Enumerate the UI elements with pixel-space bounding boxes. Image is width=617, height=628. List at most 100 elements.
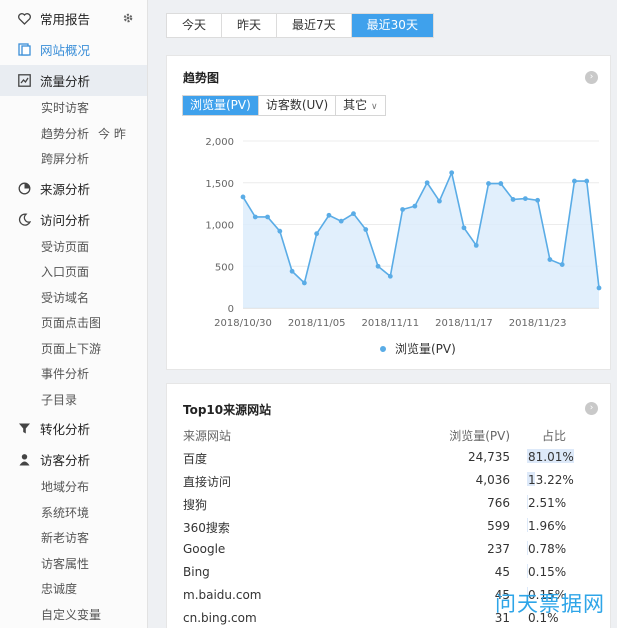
sidebar-item-trend[interactable]: 趋势分析今 昨 [0, 122, 147, 148]
sidebar-item-new-returning[interactable]: 新老访客 [0, 526, 147, 552]
pv-value: 599 [487, 519, 510, 533]
data-point[interactable] [473, 242, 479, 248]
source-name[interactable]: 搜狗 [183, 496, 207, 513]
data-point[interactable] [437, 198, 442, 204]
data-point[interactable] [351, 211, 356, 217]
data-point[interactable] [252, 214, 258, 220]
data-point[interactable] [277, 228, 283, 234]
trend-shortcut-links[interactable]: 今 昨 [98, 127, 126, 141]
legend-label[interactable]: 浏览量(PV) [395, 341, 456, 356]
sidebar-item-conversion[interactable]: 转化分析 [0, 413, 147, 444]
data-point[interactable] [265, 214, 270, 220]
source-name[interactable]: 百度 [183, 450, 207, 467]
data-point[interactable] [449, 170, 455, 176]
tab-last-7-days[interactable]: 最近7天 [277, 14, 352, 37]
source-name[interactable]: Bing [183, 565, 210, 579]
y-tick-label: 1,500 [205, 179, 234, 190]
data-point[interactable] [510, 197, 516, 202]
sidebar-item-loyalty[interactable]: 忠诚度 [0, 577, 147, 603]
sidebar-item-region[interactable]: 地域分布 [0, 475, 147, 501]
watermark: 问天票据网 [495, 592, 605, 616]
pct-value: 0.78% [528, 542, 567, 556]
data-point[interactable] [461, 225, 467, 231]
tab-today[interactable]: 今天 [167, 14, 223, 37]
tab-last-30-days[interactable]: 最近30天 [351, 14, 433, 37]
sidebar-item-overview[interactable]: 网站概况 [0, 34, 147, 65]
data-point[interactable] [424, 180, 430, 186]
data-point[interactable] [522, 196, 528, 202]
app-root: 常用报告 网站概况 流量分析 实时访客 趋势分析今 昨 跨屏分析 来源分析 访问… [0, 0, 617, 628]
sidebar-item-label: 常用报告 [40, 12, 91, 27]
trend-card: 趋势图 › 浏览量(PV) 访客数(UV) 其它 ∨ 0 500 1,000 1,50… [166, 55, 611, 370]
y-tick-label: 0 [228, 304, 234, 315]
source-name[interactable]: 360搜索 [183, 519, 230, 536]
table-row[interactable]: 360搜索 599 1.96% [183, 516, 610, 538]
source-name[interactable]: 直接访问 [183, 473, 231, 490]
col-header-pv[interactable]: 浏览量(PV) [449, 427, 510, 444]
data-point[interactable] [387, 273, 393, 279]
data-point[interactable] [596, 285, 602, 291]
data-point[interactable] [584, 178, 590, 184]
source-name[interactable]: Google [183, 542, 225, 556]
sidebar-item-traffic[interactable]: 流量分析 [0, 65, 147, 96]
sidebar-item-visited-domains[interactable]: 受访域名 [0, 286, 147, 312]
data-point[interactable] [240, 194, 246, 200]
source-name[interactable]: m.baidu.com [183, 588, 261, 602]
data-point[interactable] [338, 218, 344, 224]
sidebar-item-realtime[interactable]: 实时访客 [0, 96, 147, 122]
tab-yesterday[interactable]: 昨天 [222, 14, 278, 37]
source-name[interactable]: cn.bing.com [183, 611, 257, 625]
sidebar-item-label: 趋势分析 [41, 126, 90, 141]
data-point[interactable] [486, 181, 491, 186]
x-tick-label: 2018/10/30 [214, 318, 272, 329]
sidebar-item-visit[interactable]: 访问分析 [0, 204, 147, 235]
sidebar-item-favorites[interactable]: 常用报告 [0, 3, 147, 34]
data-point[interactable] [535, 197, 541, 203]
legend-marker [380, 346, 386, 352]
data-point[interactable] [375, 263, 381, 269]
sidebar-item-visited-pages[interactable]: 受访页面 [0, 235, 147, 261]
table-row[interactable]: Google 237 0.78% [183, 539, 610, 561]
data-point[interactable] [547, 257, 553, 262]
sidebar-item-source[interactable]: 来源分析 [0, 173, 147, 204]
data-point[interactable] [326, 212, 332, 218]
data-point[interactable] [289, 268, 295, 274]
data-point[interactable] [559, 262, 565, 267]
data-point[interactable] [363, 227, 369, 232]
data-point[interactable] [301, 280, 307, 286]
sidebar-item-page-flow[interactable]: 页面上下游 [0, 337, 147, 363]
sidebar-item-label: 访客分析 [40, 453, 91, 468]
y-tick-label: 500 [215, 262, 234, 273]
sidebar-item-system[interactable]: 系统环境 [0, 501, 147, 527]
sidebar-item-events[interactable]: 事件分析 [0, 362, 147, 388]
table-row[interactable]: 直接访问 4,036 13.22% [183, 470, 610, 492]
table-row[interactable]: 搜狗 766 2.51% [183, 493, 610, 515]
data-point[interactable] [498, 181, 504, 186]
sidebar-item-crossscreen[interactable]: 跨屏分析 [0, 147, 147, 173]
data-point[interactable] [400, 207, 405, 212]
top10-title: Top10来源网站 [183, 403, 272, 417]
table-row[interactable]: Bing 45 0.15% [183, 562, 610, 584]
x-tick-label: 2018/11/11 [361, 318, 419, 329]
x-tick-label: 2018/11/23 [509, 318, 567, 329]
table-row[interactable]: 百度 24,735 81.01% [183, 447, 610, 469]
sidebar-item-click-map[interactable]: 页面点击图 [0, 311, 147, 337]
gear-icon[interactable] [122, 12, 134, 27]
sidebar-item-label: 网站概况 [40, 43, 91, 58]
data-point[interactable] [314, 231, 320, 237]
pct-value: 81.01% [528, 450, 574, 464]
x-tick-label: 2018/11/17 [435, 318, 493, 329]
col-header-pct[interactable]: 占比 [542, 427, 566, 444]
col-header-source[interactable]: 来源网站 [183, 427, 231, 444]
data-point[interactable] [572, 178, 577, 184]
pct-value: 13.22% [528, 473, 574, 487]
help-icon[interactable]: › [585, 402, 598, 415]
sidebar-item-visitor[interactable]: 访客分析 [0, 444, 147, 475]
sidebar-item-entry-pages[interactable]: 入口页面 [0, 260, 147, 286]
sidebar-item-custom-vars[interactable]: 自定义变量 [0, 603, 147, 628]
pie-icon [17, 181, 31, 195]
sidebar-item-subdirectory[interactable]: 子目录 [0, 388, 147, 414]
sidebar-item-attributes[interactable]: 访客属性 [0, 552, 147, 578]
sidebar-item-label: 来源分析 [40, 181, 91, 197]
data-point[interactable] [412, 203, 418, 209]
